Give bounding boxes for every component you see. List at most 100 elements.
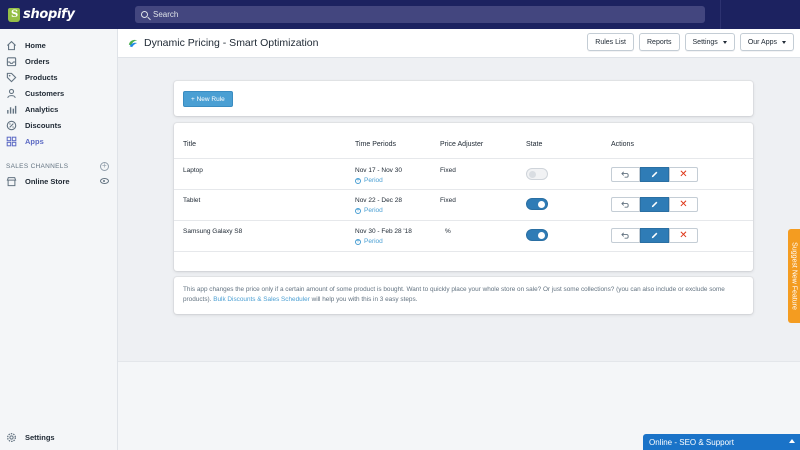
column-price-adjuster: Price Adjuster [440, 141, 484, 148]
delete-button[interactable]: ✕ [669, 167, 698, 182]
row-actions: ✕ [611, 167, 698, 182]
state-toggle[interactable] [526, 229, 548, 241]
settings-label: Settings [692, 38, 718, 46]
sidebar-item-discounts[interactable]: Discounts [0, 117, 117, 133]
rules-list-button[interactable]: Rules List [587, 33, 634, 51]
sidebar-item-analytics[interactable]: Analytics [0, 101, 117, 117]
sidebar: Home Orders Products Customers Analytics [0, 29, 118, 450]
add-period-link[interactable]: + Period [355, 238, 383, 245]
undo-button[interactable] [611, 197, 640, 212]
chevron-down-icon [782, 40, 786, 44]
period-link-label: Period [364, 207, 383, 214]
sidebar-item-label: Apps [25, 136, 44, 146]
sidebar-item-online-store[interactable]: Online Store [0, 173, 117, 189]
add-period-link[interactable]: + Period [355, 207, 383, 214]
rules-list-label: Rules List [595, 38, 626, 46]
sidebar-item-label: Home [25, 40, 46, 50]
new-rule-button[interactable]: + New Rule [183, 91, 233, 107]
top-bar: shopify Search [0, 0, 800, 29]
edit-button[interactable] [640, 167, 669, 182]
logo-text: shopify [23, 7, 75, 22]
info-card: This app changes the price only if a cer… [174, 277, 753, 314]
page-title: Dynamic Pricing - Smart Optimization [144, 37, 319, 49]
sales-channels-header: SALES CHANNELS + [0, 159, 117, 173]
orders-icon [6, 56, 17, 67]
undo-icon [621, 171, 629, 178]
shopify-logo[interactable]: shopify [0, 0, 118, 29]
toggle-knob [529, 170, 536, 178]
bulk-discounts-link[interactable]: Bulk Discounts & Sales Scheduler [213, 296, 310, 303]
sidebar-item-label: Customers [25, 88, 65, 98]
undo-button[interactable] [611, 228, 640, 243]
delete-button[interactable]: ✕ [669, 228, 698, 243]
suggest-feature-label: Suggest New Feature [790, 242, 798, 310]
new-rule-card: + New Rule [174, 81, 753, 116]
search-input[interactable]: Search [135, 6, 705, 23]
main-content: Dynamic Pricing - Smart Optimization Rul… [118, 29, 800, 450]
rule-title: Samsung Galaxy S8 [183, 228, 243, 235]
rule-adjuster: Fixed [440, 167, 456, 174]
plus-circle-icon: + [355, 207, 361, 214]
column-time-periods: Time Periods [355, 141, 396, 148]
toggle-knob [538, 200, 545, 208]
table-row: Laptop Nov 17 - Nov 30 + Period Fixed ✕ [174, 159, 753, 190]
column-state: State [526, 141, 543, 148]
delete-button[interactable]: ✕ [669, 197, 698, 212]
page-header: Dynamic Pricing - Smart Optimization Rul… [118, 29, 800, 58]
undo-icon [621, 201, 629, 208]
state-toggle[interactable] [526, 168, 548, 180]
online-store-label: Online Store [25, 176, 70, 186]
rule-title: Laptop [183, 167, 203, 174]
sidebar-item-products[interactable]: Products [0, 69, 117, 85]
add-period-link[interactable]: + Period [355, 177, 383, 184]
rule-adjuster: Fixed [440, 197, 456, 204]
state-toggle[interactable] [526, 198, 548, 210]
store-icon [6, 176, 17, 187]
sidebar-item-label: Settings [25, 432, 55, 442]
column-actions: Actions [611, 141, 634, 148]
toggle-knob [538, 231, 545, 239]
tag-icon [6, 72, 17, 83]
app-logo-icon [128, 39, 138, 48]
online-store-left: Online Store [6, 176, 70, 187]
support-chat-bar[interactable]: Online - SEO & Support [643, 434, 800, 450]
undo-icon [621, 232, 629, 239]
bar-chart-icon [6, 104, 17, 115]
period-link-label: Period [364, 238, 383, 245]
rule-period: Nov 17 - Nov 30 [355, 167, 402, 174]
sidebar-item-home[interactable]: Home [0, 37, 117, 53]
sidebar-item-settings[interactable]: Settings [0, 429, 55, 445]
row-actions: ✕ [611, 228, 698, 243]
sidebar-item-apps[interactable]: Apps [0, 133, 117, 149]
topbar-divider [720, 0, 721, 29]
rule-period: Nov 22 - Dec 28 [355, 197, 402, 204]
sidebar-nav: Home Orders Products Customers Analytics [0, 29, 117, 149]
chevron-up-icon [789, 439, 795, 443]
settings-dropdown[interactable]: Settings [684, 33, 735, 51]
sidebar-item-customers[interactable]: Customers [0, 85, 117, 101]
undo-button[interactable] [611, 167, 640, 182]
chevron-down-icon [722, 40, 727, 44]
close-icon: ✕ [679, 169, 688, 180]
reports-label: Reports [647, 38, 672, 46]
reports-button[interactable]: Reports [639, 33, 680, 51]
rules-table: Title Time Periods Price Adjuster State … [174, 123, 753, 271]
search-icon [141, 11, 148, 18]
search-placeholder: Search [153, 10, 179, 19]
info-text-after: will help you with this in 3 easy steps. [309, 296, 418, 303]
add-sales-channel-icon[interactable]: + [100, 161, 109, 171]
sidebar-item-label: Products [25, 72, 58, 82]
sidebar-item-label: Orders [25, 56, 50, 66]
sidebar-item-orders[interactable]: Orders [0, 53, 117, 69]
plus-circle-icon: + [355, 177, 361, 184]
pencil-icon [651, 232, 658, 239]
suggest-feature-tab[interactable]: Suggest New Feature [788, 229, 800, 323]
rule-adjuster: % [445, 228, 451, 235]
edit-button[interactable] [640, 197, 669, 212]
person-icon [6, 88, 17, 99]
eye-icon[interactable] [100, 178, 109, 184]
discount-icon [6, 120, 17, 131]
our-apps-label: Our Apps [747, 38, 777, 46]
our-apps-dropdown[interactable]: Our Apps [739, 33, 794, 51]
edit-button[interactable] [640, 228, 669, 243]
